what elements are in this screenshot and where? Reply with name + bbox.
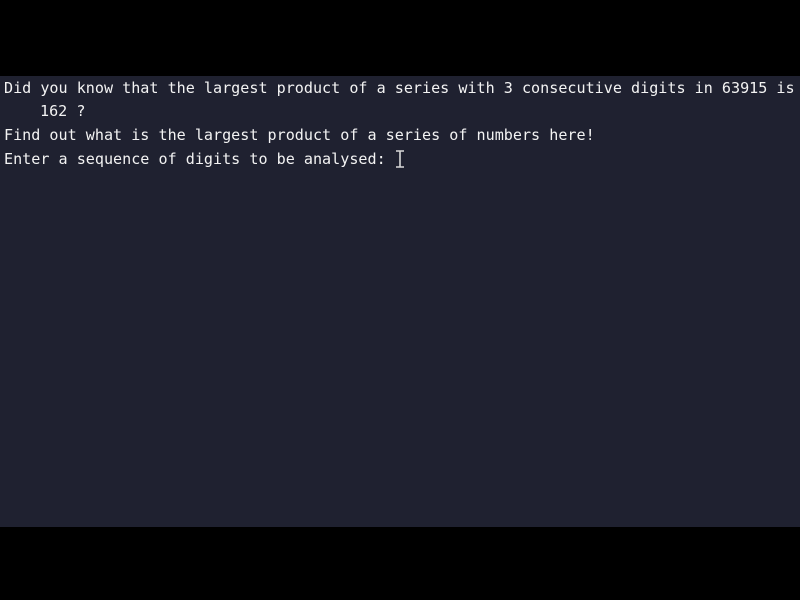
- intro-line: Find out what is the largest product of …: [4, 126, 595, 144]
- fact-line-1: Did you know that the largest product of…: [4, 79, 795, 97]
- letterbox-bottom: [0, 527, 800, 600]
- terminal-window[interactable]: Did you know that the largest product of…: [0, 76, 800, 527]
- prompt-label: Enter a sequence of digits to be analyse…: [4, 150, 395, 168]
- input-prompt[interactable]: Enter a sequence of digits to be analyse…: [4, 147, 395, 171]
- text-cursor-icon: [396, 150, 404, 168]
- fact-line-2: 162 ?: [40, 102, 86, 120]
- letterbox-top: [0, 0, 800, 76]
